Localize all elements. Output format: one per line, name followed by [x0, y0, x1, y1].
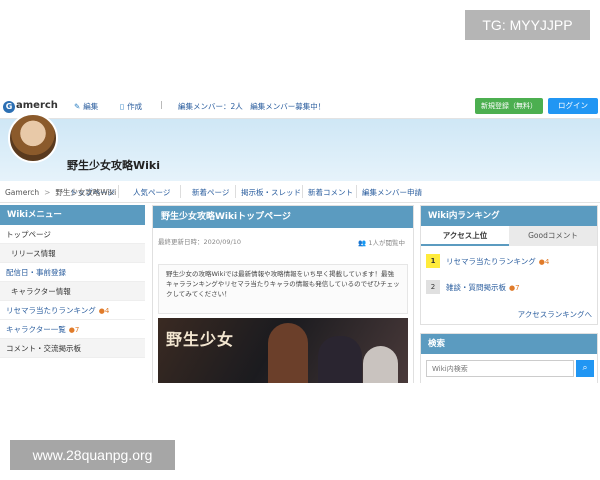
page-title: 野生少女攻略Wikiトップページ — [153, 206, 413, 228]
menu-item-label: キャラクター一覧 — [6, 325, 66, 334]
gamerch-logo[interactable]: Gamerch — [3, 100, 58, 113]
avatar — [8, 113, 58, 163]
character-figure — [268, 323, 308, 383]
login-button[interactable]: ログイン — [548, 98, 598, 114]
menu-item-release-info[interactable]: リリース情報 — [0, 244, 145, 263]
ranking-title: Wiki内ランキング — [421, 206, 597, 226]
nav-threads[interactable]: 掲示板・スレッド — [241, 187, 301, 198]
members-link[interactable]: 編集メンバー：2人 編集メンバー募集中！ — [178, 101, 325, 112]
search-button[interactable]: ⌕ — [576, 360, 594, 377]
nav-divider — [302, 185, 303, 198]
comment-count-badge: ●4 — [539, 258, 550, 266]
comment-count-badge: ●7 — [509, 284, 520, 292]
banner-logo: 野生少女 — [166, 330, 235, 349]
ranking-link: リセマラ当たりランキング — [446, 257, 536, 266]
left-sidebar: Wikiメニュー トップページ リリース情報 配信日・事前登録 キャラクター情報… — [0, 205, 145, 383]
comment-count: 4 — [544, 258, 550, 266]
edit-link[interactable]: ✎ 編集 — [74, 101, 98, 112]
logo-mark: G — [3, 101, 15, 113]
main-content: 野生少女攻略Wikiトップページ 最終更新日時：2020/09/10 👥 1人が… — [152, 205, 414, 383]
search-input[interactable] — [426, 360, 574, 377]
breadcrumb: Gamerch > 野生少女攻略Wiki — [5, 187, 116, 198]
wiki-menu-title: Wikiメニュー — [0, 205, 145, 225]
character-figure — [363, 346, 398, 383]
comment-count-badge: ●4 — [99, 307, 110, 315]
right-sidebar: Wiki内ランキング アクセス上位 Goodコメント 1 リセマラ当たりランキング… — [420, 205, 598, 383]
menu-item-character-info[interactable]: キャラクター情報 — [0, 282, 145, 301]
menu-item-reroll-ranking[interactable]: リセマラ当たりランキング ●4 — [0, 301, 145, 320]
comment-count-badge: ●7 — [69, 326, 80, 334]
viewer-count-label: 1人が閲覧中 — [368, 239, 405, 247]
chevron-right-icon: > — [44, 188, 51, 197]
site-title[interactable]: 野生少女攻略Wiki — [67, 157, 160, 173]
rank-number: 1 — [426, 254, 440, 268]
search-title: 検索 — [421, 334, 597, 354]
nav-new-comments[interactable]: 新着コメント — [308, 187, 353, 198]
breadcrumb-home[interactable]: Gamerch — [5, 188, 39, 197]
nav-divider — [118, 185, 119, 198]
ranking-row[interactable]: 1 リセマラ当たりランキング ●4 — [426, 252, 592, 272]
menu-item-label: キャラクター情報 — [11, 287, 71, 296]
menu-item-label: リセマラ当たりランキング — [6, 306, 96, 315]
tab-good-comments[interactable]: Goodコメント — [509, 226, 597, 246]
access-ranking-link[interactable]: アクセスランキングへ — [518, 309, 592, 320]
nav-member-apply[interactable]: 編集メンバー申請 — [362, 187, 422, 198]
nav-divider — [235, 185, 236, 198]
logo-text: amerch — [16, 100, 58, 111]
nav-popular[interactable]: 人気ページ — [133, 187, 170, 198]
comment-count: 7 — [74, 326, 80, 334]
document-icon: ▯ — [120, 102, 125, 111]
key-visual-banner[interactable]: 野生少女 — [158, 318, 408, 383]
breadcrumb-current: 野生少女攻略Wiki — [55, 188, 117, 197]
search-box: 検索 ⌕ — [420, 333, 598, 383]
ranking-row[interactable]: 2 雑談・質問掲示板 ●7 — [426, 278, 592, 298]
last-updated: 最終更新日時：2020/09/10 — [158, 238, 241, 246]
watermark-bottom: www.28quanpg.org — [10, 440, 175, 470]
page-screenshot: Gamerch ✎ 編集 ▯ 作成 | 編集メンバー：2人 編集メンバー募集中！ 新… — [0, 93, 600, 383]
menu-item-label: トップページ — [6, 230, 51, 239]
edit-label: 編集 — [83, 102, 99, 111]
nav-divider — [180, 185, 181, 198]
ranking-tabs: アクセス上位 Goodコメント — [421, 226, 597, 246]
menu-item-label: コメント・交流掲示板 — [6, 344, 81, 353]
nav-divider — [356, 185, 357, 198]
topbar-separator: | — [160, 100, 163, 109]
comment-count: 4 — [104, 307, 110, 315]
ranking-link: 雑談・質問掲示板 — [446, 283, 506, 292]
register-button[interactable]: 新規登録（無料） — [475, 98, 543, 114]
viewer-count: 👥 1人が閲覧中 — [358, 237, 405, 247]
menu-item-label: 配信日・事前登録 — [6, 268, 66, 277]
menu-item-release-date[interactable]: 配信日・事前登録 — [0, 263, 145, 282]
create-label: 作成 — [127, 102, 143, 111]
create-link[interactable]: ▯ 作成 — [120, 101, 142, 112]
nav-new-pages[interactable]: 新着ページ — [192, 187, 229, 198]
menu-item-label: リリース情報 — [11, 249, 56, 258]
menu-item-top-page[interactable]: トップページ — [0, 225, 145, 244]
pencil-icon: ✎ — [74, 102, 81, 111]
people-icon: 👥 — [358, 239, 367, 247]
top-bar: Gamerch ✎ 編集 ▯ 作成 | 編集メンバー：2人 編集メンバー募集中！ 新… — [0, 93, 600, 119]
ranking-box: Wiki内ランキング アクセス上位 Goodコメント 1 リセマラ当たりランキング… — [420, 205, 598, 325]
menu-item-board[interactable]: コメント・交流掲示板 — [0, 339, 145, 358]
rank-number: 2 — [426, 280, 440, 294]
comment-count: 7 — [515, 284, 520, 292]
site-header: 野生少女攻略Wiki トップページ 人気ページ 新着ページ 掲示板・スレッド 新… — [0, 119, 600, 203]
watermark-top: TG: MYYJJPP — [465, 10, 590, 40]
tab-access-top[interactable]: アクセス上位 — [421, 226, 509, 246]
intro-text: 野生少女の攻略Wikiでは最新情報や攻略情報をいち早く掲載しています！最強キャラ… — [158, 264, 408, 314]
menu-item-character-list[interactable]: キャラクター一覧 ●7 — [0, 320, 145, 339]
search-icon: ⌕ — [582, 363, 588, 373]
character-figure — [318, 336, 362, 383]
